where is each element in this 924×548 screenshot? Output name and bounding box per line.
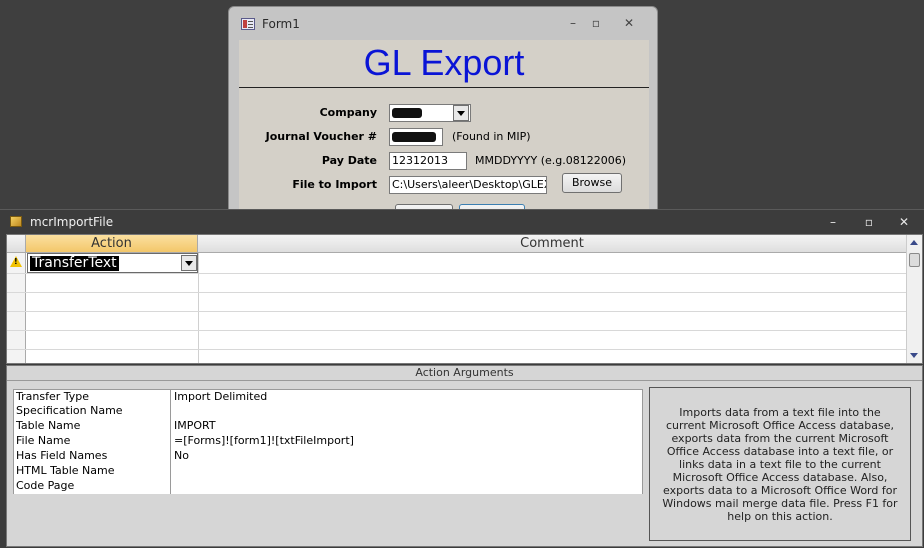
form1-title: Form1 <box>262 17 300 31</box>
row-line <box>7 273 907 274</box>
minimize-icon[interactable]: – <box>822 213 844 231</box>
argument-value[interactable]: Import Delimited <box>170 390 643 405</box>
form-header: GL Export <box>239 40 649 88</box>
comment-cell[interactable] <box>199 253 907 273</box>
argument-name: Transfer Type <box>13 390 170 405</box>
scroll-up-icon[interactable] <box>910 240 918 245</box>
form1-content: GL Export Company Journal Voucher # (Fou… <box>239 40 649 210</box>
voucher-field[interactable] <box>389 128 443 146</box>
argument-value[interactable] <box>170 464 643 479</box>
argument-row: HTML Table Name <box>13 464 643 479</box>
row-line <box>7 311 907 312</box>
action-arguments-caption: Action Arguments <box>7 366 922 381</box>
grid-scrollbar[interactable] <box>906 235 922 363</box>
close-icon[interactable]: ✕ <box>893 213 915 231</box>
file-label: File to Import <box>292 178 377 191</box>
maximize-icon[interactable]: ▫ <box>585 14 607 32</box>
column-header-action[interactable]: Action <box>26 235 198 253</box>
argument-value[interactable]: =[Forms]![form1]![txtFileImport] <box>170 434 643 449</box>
argument-name: File Name <box>13 434 170 449</box>
action-cell[interactable]: TransferText <box>27 253 198 273</box>
argument-row: File Name =[Forms]![form1]![txtFileImpor… <box>13 434 643 449</box>
macro-title: mcrImportFile <box>30 215 114 229</box>
paydate-label: Pay Date <box>321 154 377 167</box>
select-all-corner[interactable] <box>7 235 26 253</box>
page-title: GL Export <box>363 42 525 83</box>
row-line <box>7 349 907 350</box>
macro-titlebar[interactable]: mcrImportFile – ▫ ✕ <box>0 210 924 233</box>
voucher-note: (Found in MIP) <box>452 130 531 143</box>
action-arguments-panel: Action Arguments Transfer Type Import De… <box>6 365 923 547</box>
argument-value[interactable]: IMPORT <box>170 419 643 434</box>
form1-titlebar[interactable]: Form1 – ▫ ✕ <box>229 7 657 41</box>
form-icon <box>241 18 255 30</box>
form1-window: Form1 – ▫ ✕ GL Export Company Journal Vo… <box>228 6 658 211</box>
minimize-icon[interactable]: – <box>562 14 584 32</box>
row-selector-column[interactable] <box>7 253 26 363</box>
chevron-down-icon[interactable] <box>181 255 197 271</box>
argument-row: Transfer Type Import Delimited <box>13 389 643 405</box>
row-line <box>7 292 907 293</box>
macro-icon <box>10 216 22 227</box>
chevron-down-icon[interactable] <box>453 105 469 121</box>
argument-name: HTML Table Name <box>13 464 170 479</box>
maximize-icon[interactable]: ▫ <box>858 213 880 231</box>
argument-row: Has Field Names No <box>13 449 643 464</box>
column-header-comment[interactable]: Comment <box>198 235 907 253</box>
macro-window: mcrImportFile – ▫ ✕ Action Comment ! Tra… <box>0 209 924 548</box>
warning-icon[interactable]: ! <box>10 256 22 267</box>
argument-name: Code Page <box>13 479 170 494</box>
argument-name: Has Field Names <box>13 449 170 464</box>
macro-grid: Action Comment ! TransferText <box>6 234 923 364</box>
redacted-value <box>392 132 436 142</box>
action-value: TransferText <box>30 255 119 271</box>
argument-value[interactable] <box>170 479 643 494</box>
company-label: Company <box>319 106 377 119</box>
arguments-table: Transfer Type Import Delimited Specifica… <box>13 389 643 494</box>
close-icon[interactable]: ✕ <box>618 14 640 32</box>
redacted-value <box>392 108 422 118</box>
help-description: Imports data from a text file into the c… <box>662 405 898 523</box>
argument-row: Code Page <box>13 479 643 494</box>
paydate-note: MMDDYYYY (e.g.08122006) <box>475 154 627 167</box>
argument-row: Table Name IMPORT <box>13 419 643 434</box>
row-line <box>7 330 907 331</box>
paydate-field[interactable]: 12312013 <box>389 152 467 170</box>
voucher-label: Journal Voucher # <box>265 130 377 143</box>
argument-row: Specification Name <box>13 404 643 419</box>
argument-name: Specification Name <box>13 404 170 419</box>
argument-value[interactable] <box>170 404 643 419</box>
argument-name: Table Name <box>13 419 170 434</box>
argument-value[interactable]: No <box>170 449 643 464</box>
action-help-text: Imports data from a text file into the c… <box>649 387 911 541</box>
file-field[interactable]: C:\Users\aleer\Desktop\GLEXPC <box>389 176 547 194</box>
scroll-down-icon[interactable] <box>910 353 918 358</box>
scroll-thumb[interactable] <box>909 253 920 267</box>
browse-button[interactable]: Browse <box>562 173 622 193</box>
